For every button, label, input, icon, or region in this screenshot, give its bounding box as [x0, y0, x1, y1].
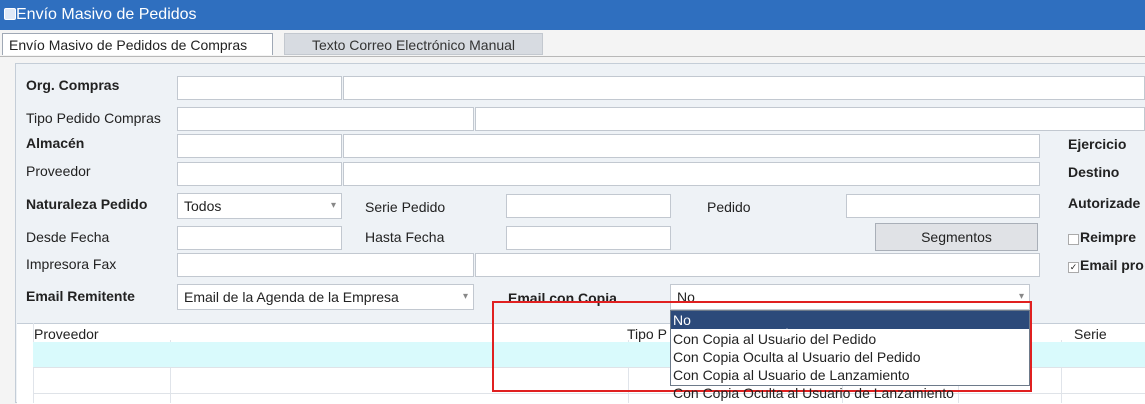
serie-pedido-label: Serie Pedido — [365, 199, 446, 215]
tipo-pedido-name-field[interactable] — [475, 107, 1145, 131]
desde-fecha-label: Desde Fecha — [26, 229, 110, 245]
tab-envio-masivo[interactable]: Envío Masivo de Pedidos de Compras — [2, 33, 273, 55]
reimpre-checkbox[interactable] — [1068, 234, 1079, 245]
tipo-pedido-label: Tipo Pedido Compras — [26, 110, 161, 126]
email-remitente-label: Email Remitente — [26, 288, 135, 304]
destino-label: Destino — [1068, 164, 1120, 180]
chevron-down-icon[interactable]: ▾ — [331, 194, 336, 218]
email-pro-label: Email pro — [1080, 257, 1144, 273]
col-header-serie[interactable]: Serie — [1074, 326, 1107, 342]
option-copia-usuario-pedido[interactable]: Con Copia al Usuario del Pedido — [671, 330, 1029, 348]
tab-strip: Envío Masivo de Pedidos de Compras Texto… — [0, 33, 1145, 57]
autorizado-label: Autorizade — [1068, 195, 1141, 211]
naturaleza-pedido-select[interactable]: Todos ▾ — [177, 193, 342, 219]
tipo-pedido-code-field[interactable] — [177, 107, 474, 131]
ejercicio-label: Ejercicio — [1068, 136, 1127, 152]
option-copia-oculta-usuario-lanzamiento[interactable]: Con Copia Oculta al Usuario de Lanzamien… — [671, 384, 1029, 402]
naturaleza-pedido-value: Todos — [184, 198, 222, 214]
proveedor-name-field[interactable] — [343, 162, 1040, 186]
tab-texto-correo[interactable]: Texto Correo Electrónico Manual — [284, 33, 543, 55]
segmentos-button[interactable]: Segmentos — [875, 223, 1038, 251]
org-compras-label: Org. Compras — [26, 77, 120, 93]
impresora-fax-name-field[interactable] — [475, 253, 1040, 277]
reimpre-label: Reimpre — [1080, 229, 1137, 245]
window-title-bar: Envío Masivo de Pedidos — [0, 0, 1145, 30]
serie-pedido-field[interactable] — [506, 194, 671, 218]
org-compras-name-field[interactable] — [343, 76, 1145, 100]
window-title: Envío Masivo de Pedidos — [16, 6, 197, 23]
email-con-copia-dropdown-list: No Con Copia al Usuario del Pedido Con C… — [670, 310, 1030, 401]
proveedor-code-field[interactable] — [177, 162, 342, 186]
window-icon — [4, 8, 16, 20]
email-pro-checkbox[interactable]: ✓ — [1068, 262, 1079, 273]
pedido-label: Pedido — [707, 199, 751, 215]
mouse-cursor-icon — [782, 328, 792, 338]
proveedor-label: Proveedor — [26, 163, 91, 179]
col-header-proveedor[interactable]: Proveedor — [34, 326, 99, 342]
org-compras-code-field[interactable] — [177, 76, 342, 100]
hasta-fecha-field[interactable] — [506, 226, 671, 250]
option-copia-usuario-lanzamiento[interactable]: Con Copia al Usuario de Lanzamiento — [671, 366, 1029, 384]
almacen-code-field[interactable] — [177, 134, 342, 158]
naturaleza-pedido-label: Naturaleza Pedido — [26, 196, 148, 212]
email-remitente-select[interactable]: Email de la Agenda de la Empresa ▾ — [177, 284, 474, 310]
pedido-field[interactable] — [846, 194, 1040, 218]
hasta-fecha-label: Hasta Fecha — [365, 229, 445, 245]
chevron-down-icon[interactable]: ▾ — [463, 285, 468, 309]
impresora-fax-label: Impresora Fax — [26, 256, 117, 272]
impresora-fax-code-field[interactable] — [177, 253, 474, 277]
desde-fecha-field[interactable] — [177, 226, 342, 250]
almacen-name-field[interactable] — [343, 134, 1040, 158]
option-no[interactable]: No — [671, 311, 1029, 329]
almacen-label: Almacén — [26, 135, 85, 151]
option-copia-oculta-usuario-pedido[interactable]: Con Copia Oculta al Usuario del Pedido — [671, 348, 1029, 366]
email-remitente-value: Email de la Agenda de la Empresa — [184, 289, 399, 305]
